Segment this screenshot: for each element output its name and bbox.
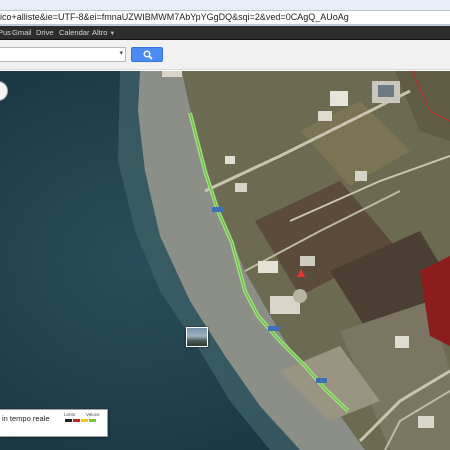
search-dropdown-icon[interactable]: ▾ [119,49,123,57]
gbar-item-calendar[interactable]: Calendar [59,26,89,40]
building [418,416,434,428]
search-bar: ▾ [0,40,450,70]
building [355,171,367,181]
satellite-map[interactable]: in tempo reale Lento Veloce [0,71,450,450]
building [258,261,278,273]
road-start-marker [162,71,182,77]
traffic-legend-title: in tempo reale [2,414,50,423]
browser-toolbar: ico+alliste&ie=UTF-8&ei=fmnaUZWIBMWM7AbY… [0,0,450,26]
map-imagery [0,71,450,450]
gbar-item-plus[interactable]: Pus [0,26,11,40]
traffic-legend: in tempo reale Lento Veloce [0,409,108,437]
address-bar[interactable]: ico+alliste&ie=UTF-8&ei=fmnaUZWIBMWM7AbY… [0,10,450,25]
traffic-swatch-slow [73,419,80,422]
photo-thumbnail[interactable] [186,327,208,347]
search-box: ▾ [0,47,126,62]
building [235,183,247,192]
building [318,111,332,121]
gbar-item-gmail[interactable]: Gmail [12,26,32,40]
search-input[interactable] [0,48,112,61]
traffic-legend-fast-label: Veloce [86,412,100,417]
search-icon [143,50,153,60]
building [395,336,409,348]
google-bar: Pus Gmail Drive Calendar Altro ▼ [0,26,450,40]
gbar-item-altro-label: Altro [92,28,108,37]
traffic-swatch-stopped [65,419,72,422]
route-shield [212,207,223,212]
building [300,256,315,266]
building [225,156,235,164]
chevron-down-icon: ▼ [109,31,116,37]
route-shield [268,326,279,331]
traffic-legend-slow-label: Lento [64,412,76,417]
gbar-item-drive[interactable]: Drive [36,26,54,40]
traffic-swatch-fast [89,419,96,422]
building [378,85,394,97]
search-button[interactable] [131,47,163,62]
building [293,289,307,303]
building [330,91,348,106]
traffic-swatch-medium [81,419,88,422]
route-shield [316,378,327,383]
gbar-item-altro[interactable]: Altro ▼ [92,26,115,40]
